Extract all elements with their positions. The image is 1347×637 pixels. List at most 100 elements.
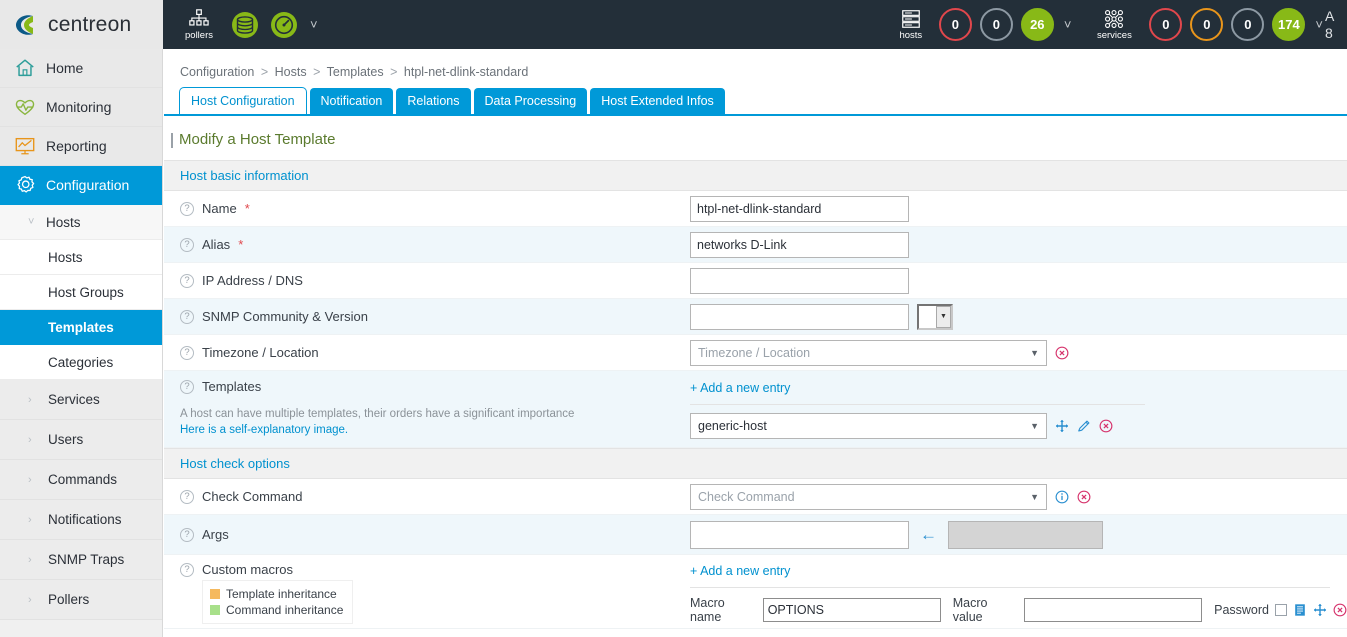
gauge-icon[interactable]: [269, 10, 299, 40]
pollers-chevron-down-icon[interactable]: ˅: [308, 18, 320, 31]
main-content: Configuration > Hosts > Templates > htpl…: [164, 49, 1347, 637]
template-edit-icon[interactable]: [1077, 419, 1091, 433]
sidebar-item-reporting[interactable]: Reporting: [0, 127, 162, 166]
help-icon[interactable]: ?: [180, 237, 194, 252]
templates-add-entry-link[interactable]: + Add a new entry: [690, 381, 1145, 395]
macro-delete-icon[interactable]: [1333, 603, 1347, 617]
label-text: Timezone / Location: [202, 345, 319, 360]
field-label-templates: ? Templates: [180, 379, 690, 394]
sidebar-item-host-groups[interactable]: Host Groups: [0, 275, 162, 310]
section-label: Host basic information: [180, 168, 309, 183]
macro-name-input[interactable]: [762, 598, 941, 622]
password-checkbox[interactable]: [1275, 604, 1287, 616]
sidebar-group-users[interactable]: › Users: [0, 420, 162, 460]
tab-relations[interactable]: Relations: [396, 88, 471, 114]
macro-value-input[interactable]: [1024, 598, 1203, 622]
breadcrumb-templates[interactable]: Templates: [327, 65, 384, 79]
check-command-placeholder: Check Command: [698, 489, 795, 504]
hosts-badge-unreachable[interactable]: 0: [979, 8, 1013, 41]
check-command-select[interactable]: Check Command ▼: [690, 483, 1047, 510]
hosts-chevron-down-icon[interactable]: ˅: [1062, 18, 1074, 31]
ip-address-input[interactable]: [690, 267, 909, 294]
sidebar-group-hosts[interactable]: ˅ Hosts: [0, 205, 162, 240]
brand-logo-area[interactable]: centreon: [0, 0, 163, 49]
label-text: IP Address / DNS: [202, 273, 303, 288]
sidebar-item-home[interactable]: Home: [0, 49, 162, 88]
field-label-snmp: ? SNMP Community & Version: [180, 309, 690, 324]
pollers-icon-block[interactable]: pollers: [177, 8, 221, 41]
name-input[interactable]: [690, 195, 909, 222]
sidebar-group-pollers[interactable]: › Pollers: [0, 580, 162, 620]
tab-data-processing[interactable]: Data Processing: [473, 88, 588, 114]
field-row-ip-address: ? IP Address / DNS: [164, 263, 1347, 299]
services-badge-ok[interactable]: 174: [1272, 8, 1306, 41]
snmp-community-input[interactable]: [690, 303, 909, 330]
sidebar-item-categories[interactable]: Categories: [0, 345, 162, 380]
timezone-delete-icon[interactable]: [1055, 346, 1069, 360]
sidebar-group-services[interactable]: › Services: [0, 380, 162, 420]
services-badge-warning[interactable]: 0: [1190, 8, 1224, 41]
sidebar-group-commands[interactable]: › Commands: [0, 460, 162, 500]
help-icon[interactable]: ?: [180, 562, 194, 577]
help-icon[interactable]: ?: [180, 201, 194, 216]
breadcrumb-configuration[interactable]: Configuration: [180, 65, 254, 79]
database-icon[interactable]: [230, 10, 260, 40]
field-label-templates-block: ? Templates A host can have multiple tem…: [180, 379, 690, 436]
breadcrumb-hosts[interactable]: Hosts: [275, 65, 307, 79]
check-command-info-icon[interactable]: [1055, 490, 1069, 504]
services-icon-block[interactable]: services: [1087, 8, 1141, 41]
args-preview-box: [948, 520, 1103, 549]
services-badge-critical[interactable]: 0: [1149, 8, 1183, 41]
chevron-right-icon: ›: [28, 473, 32, 486]
help-icon[interactable]: ?: [180, 309, 194, 324]
sidebar-group-notifications[interactable]: › Notifications: [0, 500, 162, 540]
hosts-badge-up[interactable]: 26: [1020, 8, 1054, 41]
field-label-custom-macros-block: ? Custom macros Template inheritance Com…: [180, 562, 690, 624]
template-delete-icon[interactable]: [1099, 419, 1113, 433]
sidebar-item-label: Configuration: [46, 177, 130, 193]
top-header: centreon pollers ˅ hosts 0 0 26 ˅ servic…: [0, 0, 1347, 49]
check-command-delete-icon[interactable]: [1077, 490, 1091, 504]
sidebar-item-monitoring[interactable]: Monitoring: [0, 88, 162, 127]
templates-help-link[interactable]: Here is a self-explanatory image.: [180, 424, 690, 436]
sidebar-group-snmp-traps[interactable]: › SNMP Traps: [0, 540, 162, 580]
field-label-check-command: ? Check Command: [180, 489, 690, 504]
hosts-icon-block[interactable]: hosts: [891, 8, 931, 41]
label-text: SNMP Community & Version: [202, 309, 368, 324]
field-row-timezone: ? Timezone / Location Timezone / Locatio…: [164, 335, 1347, 371]
services-badge-unknown[interactable]: 0: [1231, 8, 1265, 41]
args-input[interactable]: [690, 520, 909, 549]
template-select[interactable]: generic-host ▼: [690, 413, 1047, 439]
legend-row-template: Template inheritance: [210, 586, 343, 602]
tab-bar: Host Configuration Notification Relation…: [164, 87, 1347, 116]
brand-name: centreon: [48, 12, 132, 36]
help-icon[interactable]: ?: [180, 273, 194, 288]
user-menu-truncated[interactable]: A 8: [1325, 8, 1347, 42]
sidebar-group-label: SNMP Traps: [48, 552, 125, 567]
sidebar-group-label: Services: [48, 392, 100, 407]
sidebar-item-configuration[interactable]: Configuration: [0, 166, 162, 205]
page-title-text: Modify a Host Template: [179, 131, 336, 148]
template-move-icon[interactable]: [1055, 419, 1069, 433]
template-inheritance-swatch: [210, 589, 220, 599]
tab-host-configuration[interactable]: Host Configuration: [179, 87, 307, 114]
timezone-select[interactable]: Timezone / Location ▼: [690, 339, 1047, 366]
tab-notification[interactable]: Notification: [309, 88, 394, 114]
hosts-badge-down[interactable]: 0: [938, 8, 972, 41]
snmp-version-select[interactable]: ▼: [917, 303, 953, 330]
sidebar-item-hosts[interactable]: Hosts: [0, 240, 162, 275]
macro-move-icon[interactable]: [1313, 603, 1327, 617]
alias-input[interactable]: [690, 231, 909, 258]
hosts-icon: [901, 10, 920, 29]
help-icon[interactable]: ?: [180, 527, 194, 542]
services-chevron-down-icon[interactable]: ˅: [1313, 18, 1325, 31]
macros-add-entry-link[interactable]: + Add a new entry: [690, 564, 1347, 578]
sidebar-item-templates[interactable]: Templates: [0, 310, 162, 345]
sidebar-group-label: Hosts: [46, 214, 81, 230]
help-icon[interactable]: ?: [180, 345, 194, 360]
field-label-alias: ? Alias *: [180, 237, 690, 252]
help-icon[interactable]: ?: [180, 489, 194, 504]
tab-host-extended-infos[interactable]: Host Extended Infos: [590, 88, 725, 114]
help-icon[interactable]: ?: [180, 379, 194, 394]
macro-description-icon[interactable]: [1293, 603, 1307, 617]
